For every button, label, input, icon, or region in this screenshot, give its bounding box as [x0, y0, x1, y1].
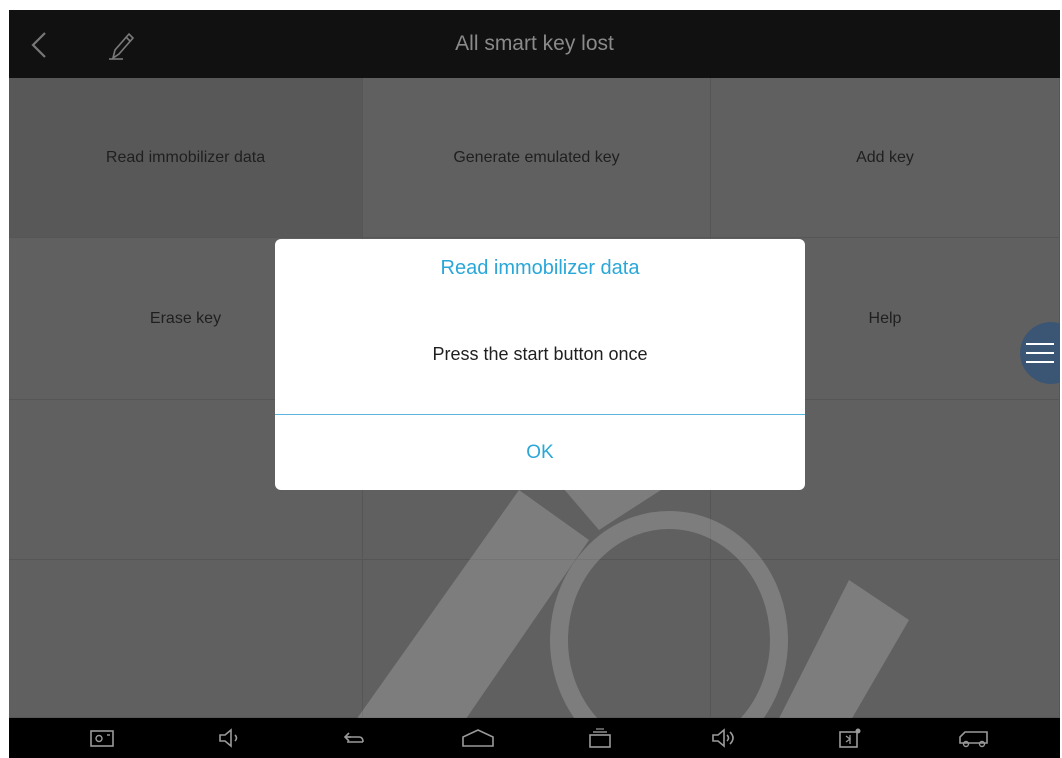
menu-item-label: Generate emulated key: [453, 148, 620, 166]
menu-item-generate-emulated-key[interactable]: Generate emulated key: [363, 78, 711, 238]
hamburger-icon: [1026, 343, 1054, 363]
page-title: All smart key lost: [455, 32, 614, 55]
alert-dialog: Read immobilizer data Press the start bu…: [275, 239, 805, 490]
recent-apps-icon[interactable]: [587, 726, 613, 750]
menu-item-read-immobilizer-data[interactable]: Read immobilizer data: [9, 78, 363, 238]
volume-up-icon[interactable]: [711, 726, 737, 750]
header-bar: All smart key lost: [9, 10, 1060, 78]
menu-item-label: Add key: [856, 148, 914, 166]
vci-connection-icon[interactable]: [837, 726, 863, 750]
dialog-title: Read immobilizer data: [440, 257, 640, 279]
system-nav-bar: [9, 718, 1060, 758]
menu-item-label: Read immobilizer data: [105, 148, 266, 166]
dialog-message: Press the start button once: [432, 344, 648, 364]
home-icon[interactable]: [461, 726, 495, 750]
volume-down-icon[interactable]: [217, 726, 243, 750]
app-screen: All smart key lost Read immobilizer data…: [9, 10, 1060, 758]
car-icon[interactable]: [957, 726, 991, 750]
menu-item-label: Help: [868, 309, 902, 327]
menu-item-label: Erase key: [149, 309, 222, 327]
menu-item-add-key[interactable]: Add key: [711, 78, 1060, 238]
ok-button[interactable]: OK: [275, 415, 805, 490]
screenshot-icon[interactable]: [89, 726, 115, 750]
back-arrow-icon[interactable]: [341, 726, 367, 750]
floating-menu-button[interactable]: [1020, 322, 1060, 384]
